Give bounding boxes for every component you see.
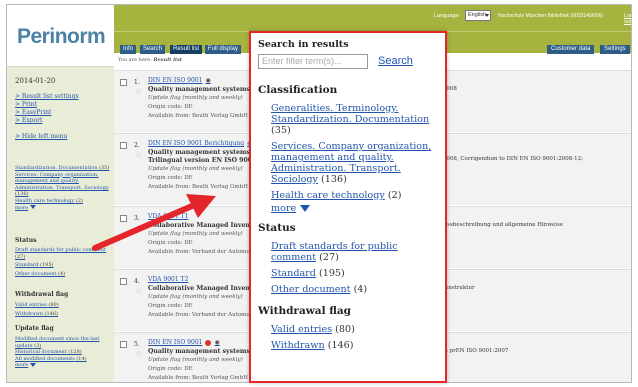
classification-list: Generalities. Terminology. Standardizati… — [258, 103, 438, 201]
sidebar-status-heading: Status — [15, 237, 37, 244]
sidebar-withdrawal-item[interactable]: Valid entries (80) — [15, 302, 111, 309]
print-link[interactable]: > Print — [15, 101, 79, 109]
tab-info[interactable]: Info — [120, 45, 137, 54]
tab-result-list[interactable]: Result list — [170, 45, 203, 54]
status-item[interactable]: Draft standards for public comment (27) — [271, 241, 438, 263]
tab-search[interactable]: Search — [140, 45, 166, 54]
chevron-down-icon — [300, 205, 311, 212]
classification-item[interactable]: Health care technology (2) — [271, 190, 438, 201]
export-link[interactable]: > Export — [15, 117, 79, 125]
panel-title: Search in results — [258, 39, 349, 50]
logo-area: Perinorm — [7, 5, 114, 67]
tab-full-display[interactable]: Full display — [205, 45, 242, 54]
withdrawal-item[interactable]: Valid entries (80) — [271, 324, 438, 335]
result-number: 1. — [134, 79, 140, 86]
result-origin: Origin code: DE — [148, 175, 193, 181]
filter-input[interactable]: Enter filter term(s)... — [258, 54, 368, 69]
star-icon[interactable]: ☆ — [135, 349, 142, 358]
result-doc-link[interactable]: DIN EN ISO 9001 ◉ — [148, 339, 220, 346]
result-availability: Available from: Beuth Verlag GmbH — [148, 375, 248, 381]
eye-icon[interactable]: ◉ — [205, 77, 210, 84]
result-origin: Origin code: DE — [148, 366, 193, 372]
logout-link[interactable]: Log out — [624, 13, 631, 25]
classification-heading: Classification — [258, 84, 338, 96]
result-doc-link[interactable]: DIN EN ISO 9001 Berichtigung◉ — [148, 140, 252, 147]
result-title-tail: zessbeschreibung und allgemeine Hinweise — [441, 222, 564, 228]
star-icon[interactable]: ☆ — [135, 150, 142, 159]
result-doc-link[interactable]: DIN EN ISO 9001 ◉ — [148, 77, 211, 84]
sidebar-update-item[interactable]: All modified documents (14) — [15, 356, 111, 363]
chevron-down-icon — [30, 205, 37, 210]
library-name: Hochschule München Bibliothek (6033149/0… — [498, 13, 604, 19]
language-label: Language: — [434, 13, 460, 19]
star-icon[interactable]: ☆ — [135, 286, 142, 295]
chevron-down-icon — [485, 14, 489, 17]
sidebar-update-heading: Update flag — [15, 325, 54, 332]
sidebar-status-item[interactable]: Standard (195) — [15, 262, 111, 269]
sidebar-update-item[interactable]: Modified document since the last update … — [15, 336, 111, 349]
result-title: Quality management systems — [148, 86, 250, 93]
sidebar-classification-item[interactable]: Standardization. Documentation (35) — [15, 165, 111, 172]
language-select[interactable]: English — [465, 10, 491, 21]
settings-button[interactable]: Settings — [600, 45, 630, 54]
easyprint-link[interactable]: > EasyPrint — [15, 109, 79, 117]
result-availability: Available from: Beuth Verlag GmbH — [148, 113, 248, 119]
result-update-flag: Update flag (monthly and weekly) — [148, 357, 243, 363]
perinorm-logo: Perinorm — [17, 25, 106, 48]
current-date: 2014-01-20 — [15, 77, 56, 85]
result-subtitle: Trilingual version EN ISO 9001: — [148, 157, 259, 164]
withdrawal-list: Valid entries (80) Withdrawn (146) — [258, 324, 438, 351]
sidebar-update-list: Modified document since the last update … — [15, 336, 111, 369]
search-in-results-panel: Search in results Enter filter term(s)..… — [249, 31, 447, 383]
sidebar-links: > Result list settings > Print > EasyPri… — [15, 93, 79, 141]
search-button[interactable]: Search — [378, 55, 413, 67]
status-red-icon — [205, 339, 212, 346]
result-origin: Origin code: DE — [148, 104, 193, 110]
result-update-flag: Update flag (monthly and weekly) — [148, 294, 243, 300]
result-title: Quality management systems — [148, 149, 250, 156]
sidebar-status-item[interactable]: Other document (4) — [15, 271, 111, 278]
result-number: 2. — [134, 142, 140, 149]
sidebar-update-more-link[interactable]: more — [15, 362, 111, 369]
result-title-tail: :2008, Corrigendum to DIN EN ISO 9001:20… — [441, 156, 583, 162]
result-number: 4. — [134, 278, 140, 285]
result-doc-link[interactable]: VDA 9001 T2 — [148, 276, 188, 283]
result-number: 5. — [134, 341, 140, 348]
status-item[interactable]: Other document (4) — [271, 284, 438, 295]
result-title: Collaborative Managed Inventory — [148, 285, 264, 292]
result-checkbox[interactable] — [120, 341, 127, 348]
sidebar-withdrawal-heading: Withdrawal flag — [15, 291, 69, 298]
result-checkbox[interactable] — [120, 278, 127, 285]
classification-item[interactable]: Generalities. Terminology. Standardizati… — [271, 103, 438, 136]
result-list-settings-link[interactable]: > Result list settings — [15, 93, 79, 101]
red-arrow-annotation — [92, 194, 216, 251]
withdrawal-item[interactable]: Withdrawn (146) — [271, 340, 438, 351]
withdrawal-heading: Withdrawal flag — [258, 305, 352, 317]
result-title: Quality management systems — [148, 348, 250, 355]
breadcrumb: You are here: Result list — [118, 57, 183, 63]
result-checkbox[interactable] — [120, 79, 127, 86]
status-list: Draft standards for public comment (27) … — [258, 241, 438, 295]
sidebar-withdrawal-list: Valid entries (80) Withdrawn (146) — [15, 302, 111, 317]
customer-data-button[interactable]: Customer data — [547, 45, 595, 54]
sidebar-update-item[interactable]: Historical document (128) — [15, 349, 111, 356]
result-update-flag: Update flag (monthly and weekly) — [148, 95, 243, 101]
eye-icon[interactable]: ◉ — [214, 339, 219, 346]
star-icon[interactable]: ☆ — [135, 87, 142, 96]
sidebar-withdrawal-item[interactable]: Withdrawn (146) — [15, 311, 111, 318]
result-checkbox[interactable] — [120, 142, 127, 149]
result-update-flag: Update flag (monthly and weekly) — [148, 166, 243, 172]
result-title-tail: on prEN ISO 9001:2007 — [441, 348, 509, 354]
filter-row: Enter filter term(s)... Search — [258, 54, 438, 71]
more-link[interactable]: more — [258, 203, 438, 214]
classification-item[interactable]: Services. Company organization, manageme… — [271, 141, 438, 185]
result-origin: Origin code: DE — [148, 303, 193, 309]
chevron-down-icon — [30, 362, 37, 367]
hide-left-menu-link[interactable]: > Hide left menu — [15, 133, 79, 141]
status-item[interactable]: Standard (195) — [271, 268, 438, 279]
status-heading: Status — [258, 222, 296, 234]
top-bar: Language: English Hochschule München Bib… — [114, 5, 631, 31]
